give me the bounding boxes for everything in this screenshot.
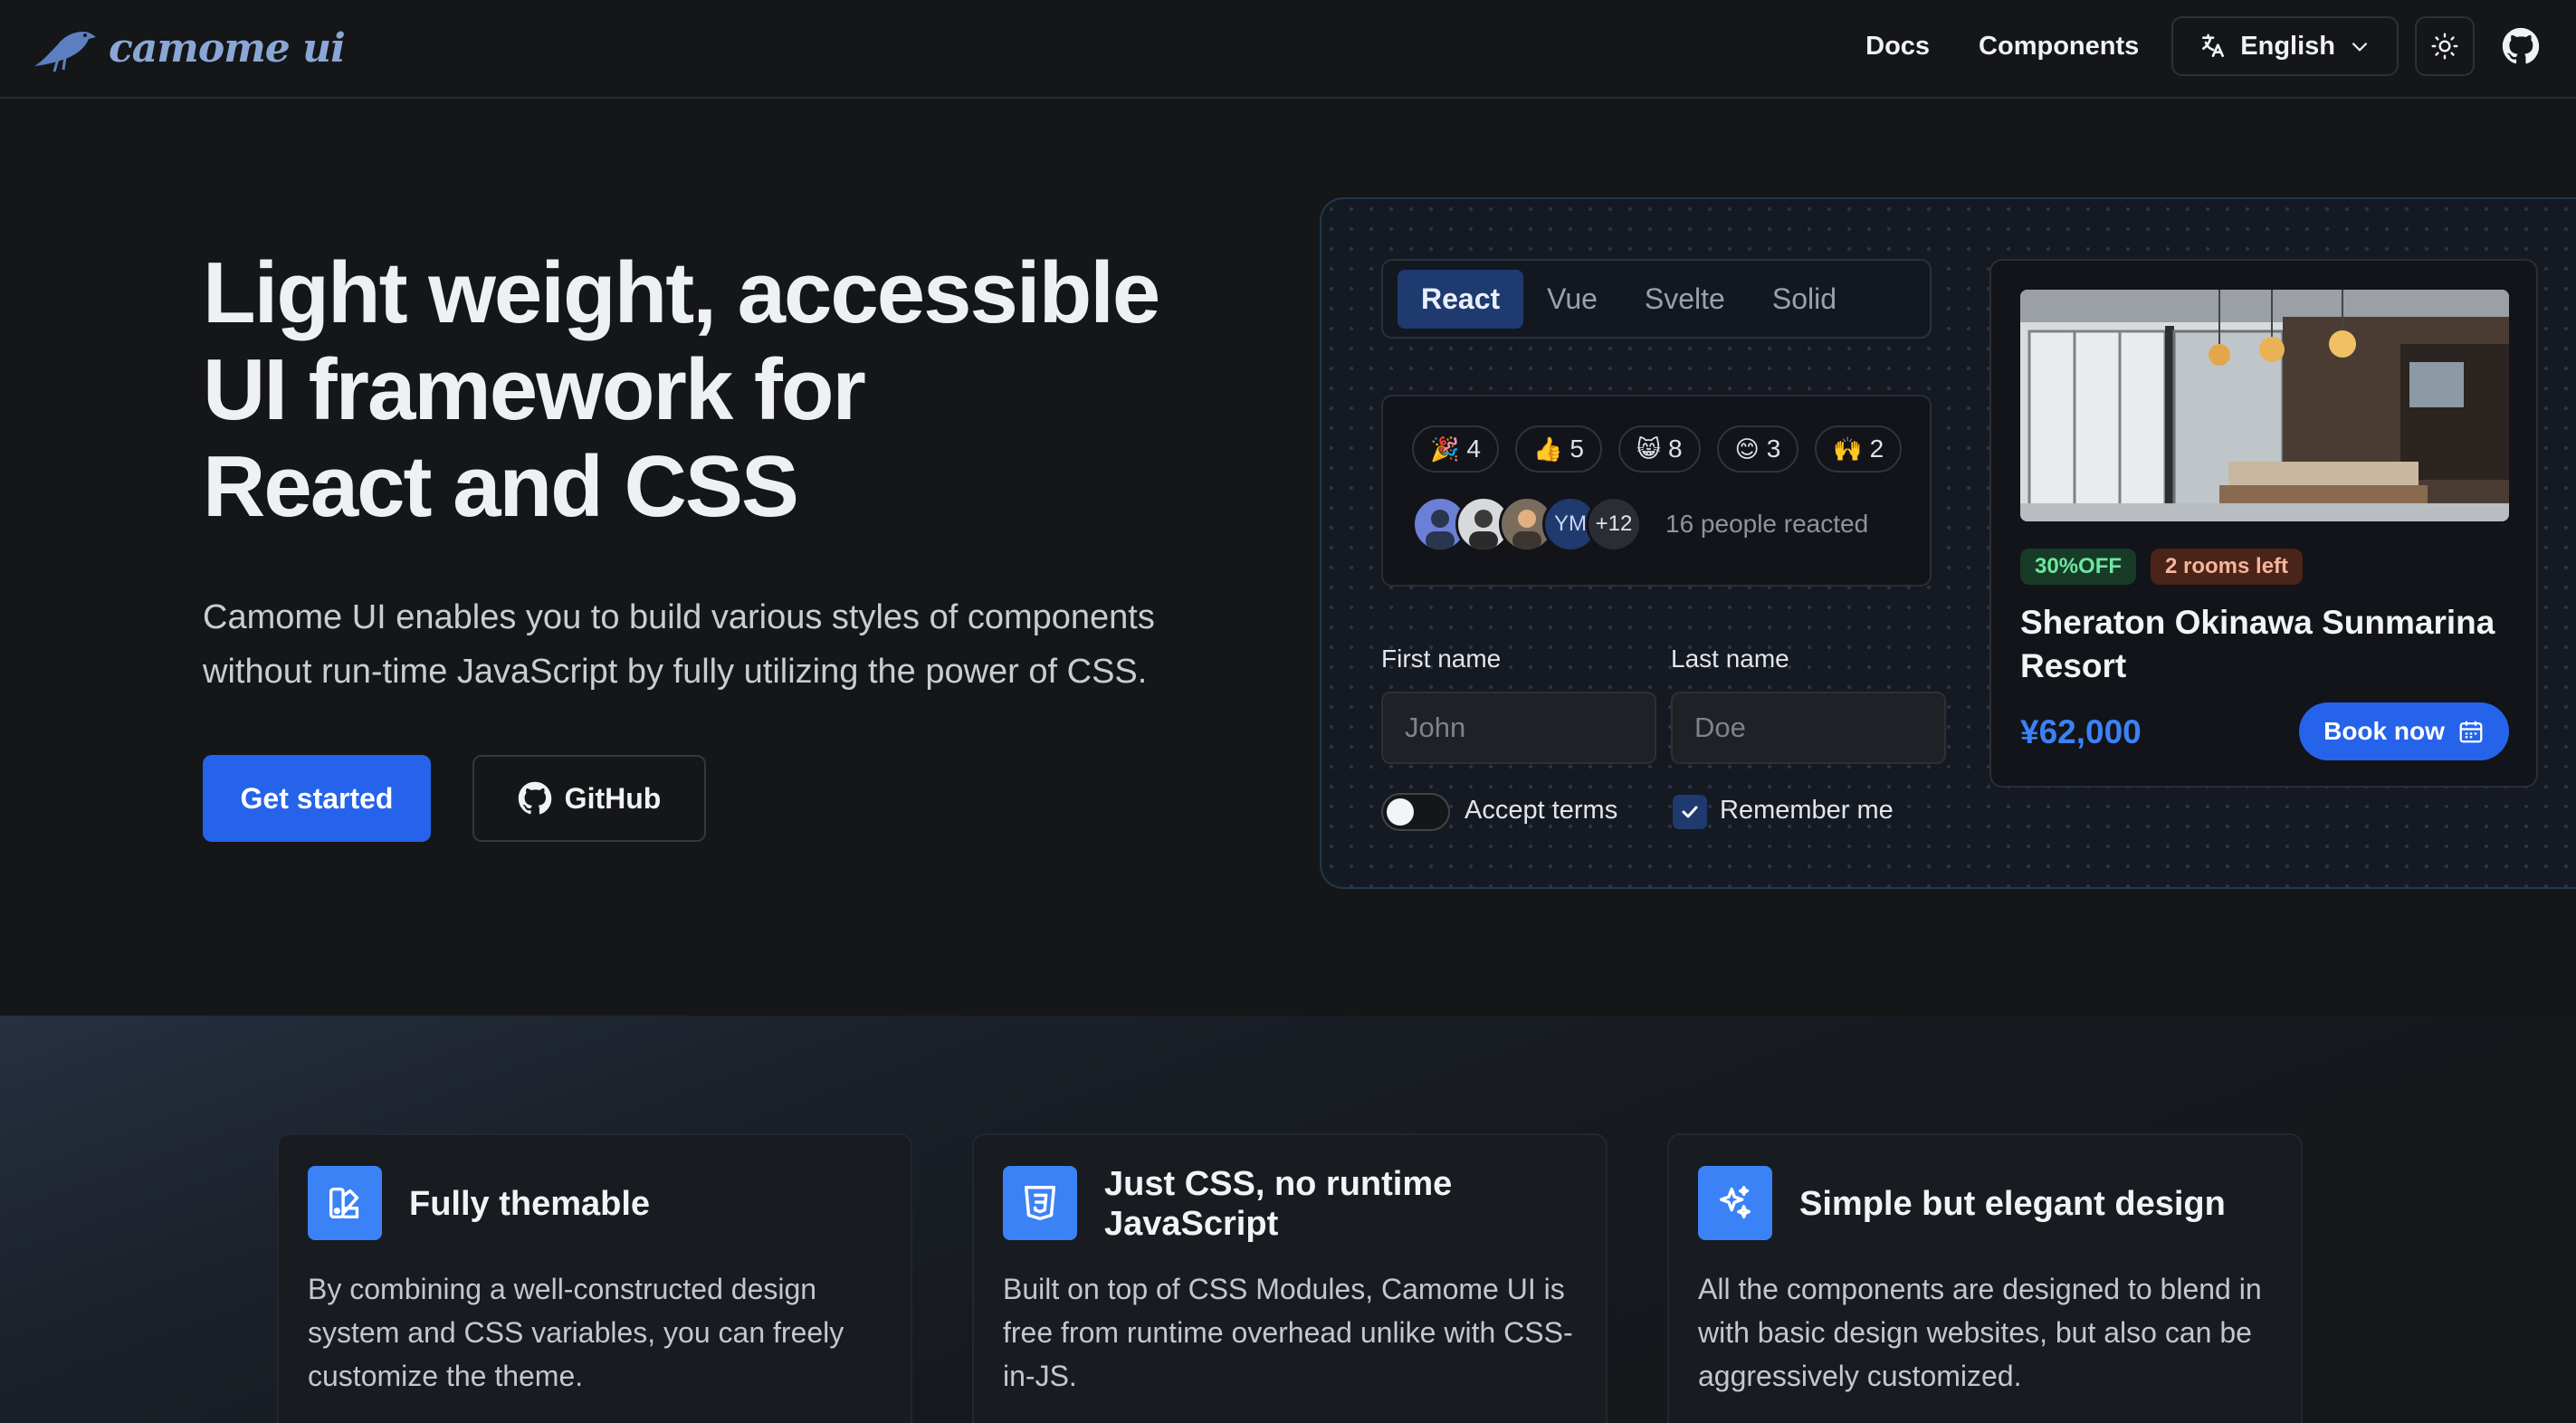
- theme-toggle-button[interactable]: [2415, 16, 2475, 76]
- reaction-count: 5: [1569, 435, 1584, 463]
- tab-solid[interactable]: Solid: [1749, 270, 1860, 329]
- hero-title-line: UI framework for: [203, 341, 866, 438]
- feature-description: All the components are designed to blend…: [1698, 1273, 2262, 1392]
- cat-emoji-icon: 😸: [1636, 435, 1662, 463]
- hotel-name: Sheraton Okinawa Sunmarina Resort: [2020, 604, 2495, 684]
- reactions-card: 🎉 4 👍 5 😸 8 😊 3 🙌 2 YM +12 16 people reacted: [1381, 395, 1932, 587]
- book-now-label: Book now: [2323, 717, 2445, 745]
- palette-icon: [308, 1166, 382, 1240]
- sun-icon: [2431, 33, 2458, 60]
- reaction-chips: 🎉 4 👍 5 😸 8 😊 3 🙌 2: [1412, 425, 1903, 473]
- rooms-left-badge: 2 rooms left: [2151, 549, 2304, 585]
- reaction-count: 8: [1668, 435, 1683, 463]
- github-link[interactable]: [2491, 16, 2551, 76]
- raised-hands-emoji-icon: 🙌: [1833, 435, 1863, 463]
- last-name-label: Last name: [1671, 645, 1789, 673]
- github-button-label: GitHub: [564, 781, 662, 815]
- hotel-card: 30%OFF 2 rooms left Sheraton Okinawa Sun…: [1989, 259, 2538, 788]
- feature-card: Simple but elegant design All the compon…: [1667, 1133, 2303, 1423]
- css3-icon: [1003, 1166, 1077, 1240]
- reaction-count: 4: [1466, 435, 1481, 463]
- feature-description: Built on top of CSS Modules, Camome UI i…: [1003, 1273, 1573, 1392]
- hero-description: Camome UI enables you to build various s…: [203, 598, 1155, 691]
- accept-terms-label: Accept terms: [1465, 796, 1618, 825]
- feature-title: Simple but elegant design: [1799, 1185, 2226, 1223]
- logo[interactable]: camome ui: [31, 24, 346, 73]
- avatar-group: YM +12 16 people reacted: [1412, 496, 1868, 552]
- language-select[interactable]: English: [2171, 16, 2399, 76]
- github-icon: [2502, 27, 2540, 64]
- feature-title: Just CSS, no runtime JavaScript: [1104, 1165, 1453, 1243]
- nav: Docs Components English: [1849, 16, 2551, 76]
- feature-title: Fully themable: [409, 1185, 651, 1223]
- reacted-text: 16 people reacted: [1665, 510, 1869, 538]
- avatar-more-count: +12: [1586, 496, 1642, 552]
- feature-card: Fully themable By combining a well-const…: [277, 1133, 912, 1423]
- bird-icon: [34, 31, 96, 72]
- hotel-price: ¥62,000: [2020, 713, 2142, 750]
- reaction-count: 2: [1869, 435, 1884, 463]
- accept-terms-toggle[interactable]: [1381, 793, 1450, 831]
- sparkles-icon: [1698, 1166, 1772, 1240]
- framework-tabs: React Vue Svelte Solid: [1381, 259, 1932, 339]
- remember-me-label: Remember me: [1720, 796, 1894, 825]
- translate-icon: [2202, 33, 2225, 57]
- reaction-chip[interactable]: 🎉 4: [1412, 425, 1499, 473]
- reaction-chip[interactable]: 👍 5: [1514, 425, 1602, 473]
- github-button[interactable]: GitHub: [472, 755, 706, 842]
- book-now-button[interactable]: Book now: [2299, 702, 2509, 760]
- chevron-down-icon: [2352, 42, 2368, 52]
- feature-card: Just CSS, no runtime JavaScript Built on…: [972, 1133, 1608, 1423]
- tab-svelte[interactable]: Svelte: [1621, 270, 1749, 329]
- logo-text: camome ui: [109, 25, 346, 72]
- hero-title-line: React and CSS: [203, 438, 799, 535]
- check-icon: [1682, 806, 1698, 818]
- last-name-input[interactable]: Doe: [1671, 692, 1946, 764]
- feature-description: By combining a well-constructed design s…: [308, 1273, 844, 1392]
- component-demo-panel: React Vue Svelte Solid 🎉 4 👍 5 😸 8 😊 3 🙌 2 YM…: [1320, 197, 2576, 889]
- hero-title-line: Light weight, accessible: [203, 244, 1160, 341]
- first-name-label: First name: [1381, 645, 1502, 673]
- tab-vue[interactable]: Vue: [1523, 270, 1621, 329]
- tab-react[interactable]: React: [1398, 269, 1524, 329]
- party-emoji-icon: 🎉: [1430, 435, 1460, 463]
- hero-title: Light weight, accessible UI framework fo…: [203, 244, 1160, 535]
- smile-emoji-icon: 😊: [1734, 435, 1760, 463]
- discount-badge: 30%OFF: [2020, 549, 2137, 585]
- thumbs-up-emoji-icon: 👍: [1532, 435, 1563, 463]
- language-label: English: [2240, 31, 2335, 61]
- calendar-icon: [2459, 721, 2483, 743]
- reaction-chip[interactable]: 🙌 2: [1815, 425, 1903, 473]
- reaction-chip[interactable]: 😸 8: [1617, 425, 1701, 473]
- nav-docs[interactable]: Docs: [1849, 32, 1946, 62]
- top-navbar: camome ui Docs Components English: [0, 0, 2576, 99]
- reaction-chip[interactable]: 😊 3: [1716, 425, 1799, 473]
- remember-me-checkbox[interactable]: [1673, 795, 1707, 829]
- nav-components[interactable]: Components: [1962, 32, 2155, 62]
- reaction-count: 3: [1766, 435, 1781, 463]
- get-started-button[interactable]: Get started: [203, 755, 431, 842]
- github-icon: [518, 781, 551, 815]
- hotel-image: [2020, 290, 2509, 521]
- first-name-input[interactable]: John: [1381, 692, 1656, 764]
